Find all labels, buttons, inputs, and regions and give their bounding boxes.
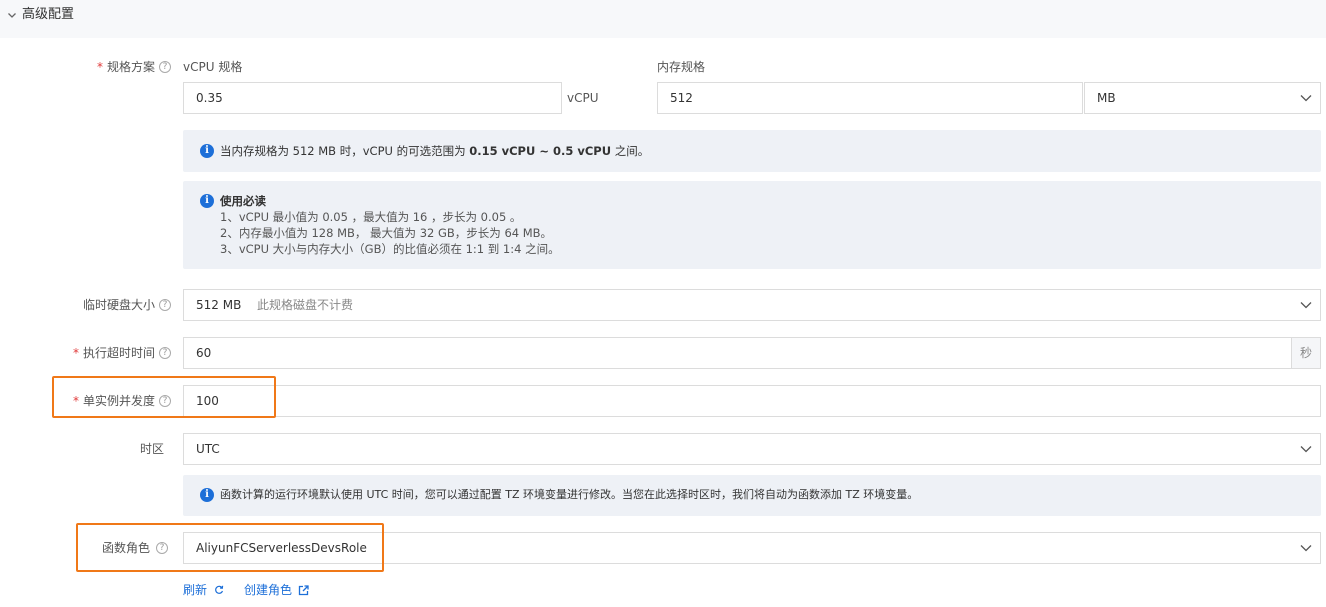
chevron-down-icon	[1300, 545, 1312, 552]
refresh-icon	[215, 585, 224, 594]
vcpu-range-notice: i 当内存规格为 512 MB 时，vCPU 的可选范围为 0.15 vCPU …	[183, 130, 1321, 172]
timeout-input[interactable]: 60 秒	[183, 337, 1321, 369]
external-link-icon	[298, 585, 309, 596]
section-title: 高级配置	[22, 7, 75, 22]
concurrency-highlight-box	[52, 376, 276, 418]
memory-spec-label: 内存规格	[657, 60, 706, 74]
info-icon: i	[200, 488, 214, 502]
vcpu-unit: vCPU	[567, 91, 599, 105]
vcpu-input[interactable]: 0.35	[183, 82, 562, 114]
usage-readme-notice: i 使用必读 1、vCPU 最小值为 0.05 ，最大值为 16 ，步长为 0.…	[183, 181, 1321, 269]
timeout-label: * 执行超时时间	[72, 346, 155, 360]
create-role-link[interactable]: 创建角色	[244, 582, 309, 598]
disk-select[interactable]: 512 MB 此规格磁盘不计费	[183, 289, 1321, 321]
timeout-help-icon[interactable]: ?	[159, 347, 171, 359]
disk-help-icon[interactable]: ?	[159, 299, 171, 311]
readme-title: 使用必读	[220, 194, 266, 208]
spec-help-icon[interactable]: ?	[159, 61, 171, 73]
timezone-label: 时区	[139, 442, 164, 456]
info-icon: i	[200, 144, 214, 158]
chevron-down-icon	[1300, 446, 1312, 453]
chevron-down-icon	[1300, 302, 1312, 309]
info-icon: i	[200, 194, 214, 208]
chevron-down-icon	[8, 13, 16, 18]
readme-line: 2、内存最小值为 128 MB， 最大值为 32 GB，步长为 64 MB。	[220, 226, 553, 240]
concurrency-input[interactable]: 100	[183, 385, 1321, 417]
spec-label: * 规格方案	[96, 60, 155, 74]
timeout-unit-addon: 秒	[1291, 338, 1320, 368]
memory-input[interactable]: 512	[657, 82, 1083, 114]
timezone-notice: i 函数计算的运行环境默认使用 UTC 时间，您可以通过配置 TZ 环境变量进行…	[183, 475, 1321, 516]
readme-line: 1、vCPU 最小值为 0.05 ，最大值为 16 ，步长为 0.05 。	[220, 210, 522, 224]
vcpu-spec-label: vCPU 规格	[183, 60, 243, 74]
role-highlight-box	[76, 523, 384, 572]
readme-line: 3、vCPU 大小与内存大小（GB）的比值必须在 1:1 到 1:4 之间。	[220, 242, 560, 256]
memory-unit-select[interactable]: MB	[1084, 82, 1321, 114]
section-header-advanced-config[interactable]: 高级配置	[0, 0, 1326, 38]
timezone-select[interactable]: UTC	[183, 433, 1321, 465]
refresh-link[interactable]: 刷新	[183, 582, 224, 598]
disk-label: 临时硬盘大小	[82, 298, 155, 312]
chevron-down-icon	[1300, 95, 1312, 102]
disk-hint: 此规格磁盘不计费	[257, 298, 354, 312]
